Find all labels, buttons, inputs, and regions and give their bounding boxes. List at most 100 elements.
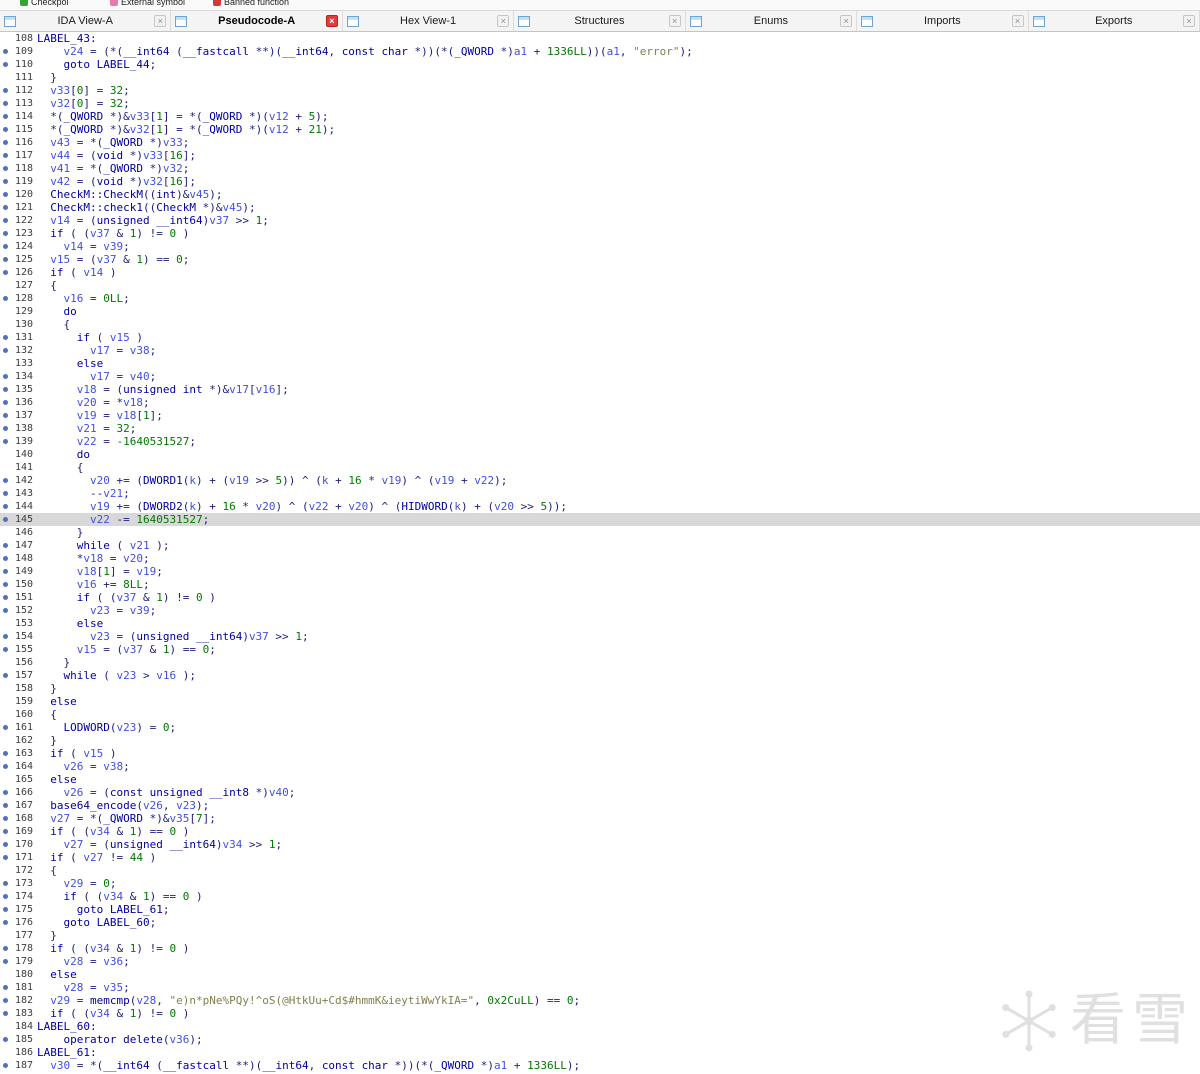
address-dot[interactable] xyxy=(0,513,10,526)
code-line[interactable]: 133 else xyxy=(0,357,1200,370)
address-dot[interactable] xyxy=(0,422,10,435)
close-icon[interactable]: × xyxy=(325,15,338,27)
code-line[interactable]: 113 v32[0] = 32; xyxy=(0,97,1200,110)
address-dot[interactable] xyxy=(0,578,10,591)
code-line[interactable]: 184 LABEL_60: xyxy=(0,1020,1200,1033)
code-line[interactable]: 186 LABEL_61: xyxy=(0,1046,1200,1059)
code-line[interactable]: 125 v15 = (v37 & 1) == 0; xyxy=(0,253,1200,266)
address-dot[interactable] xyxy=(0,812,10,825)
address-dot[interactable] xyxy=(0,786,10,799)
tab-structures[interactable]: Structures × xyxy=(514,11,686,31)
code-line[interactable]: 123 if ( (v37 & 1) != 0 ) xyxy=(0,227,1200,240)
code-line[interactable]: 176 goto LABEL_60; xyxy=(0,916,1200,929)
address-dot[interactable] xyxy=(0,253,10,266)
address-dot[interactable] xyxy=(0,721,10,734)
address-dot[interactable] xyxy=(0,1059,10,1072)
code-line[interactable]: 121 CheckM::check1((CheckM *)&v45); xyxy=(0,201,1200,214)
code-line[interactable]: 158} xyxy=(0,682,1200,695)
code-line[interactable]: 157 while ( v23 > v16 ); xyxy=(0,669,1200,682)
close-icon[interactable]: × xyxy=(840,15,853,27)
address-dot[interactable] xyxy=(0,162,10,175)
code-line[interactable]: 129 do xyxy=(0,305,1200,318)
address-dot[interactable] xyxy=(0,994,10,1007)
code-line[interactable]: 183 if ( (v34 & 1) != 0 ) xyxy=(0,1007,1200,1020)
code-line[interactable]: 140 do xyxy=(0,448,1200,461)
code-line[interactable]: 151 if ( (v37 & 1) != 0 ) xyxy=(0,591,1200,604)
code-line[interactable]: 134 v17 = v40; xyxy=(0,370,1200,383)
close-icon[interactable]: × xyxy=(1011,15,1024,27)
address-dot[interactable] xyxy=(0,669,10,682)
code-line[interactable]: 109 v24 = (*(__int64 (__fastcall **)(__in… xyxy=(0,45,1200,58)
code-line[interactable]: 160 { xyxy=(0,708,1200,721)
code-line[interactable]: 179 v28 = v36; xyxy=(0,955,1200,968)
code-line[interactable]: 154 v23 = (unsigned __int64)v37 >> 1; xyxy=(0,630,1200,643)
code-line[interactable]: 170 v27 = (unsigned __int64)v34 >> 1; xyxy=(0,838,1200,851)
code-line[interactable]: 163 if ( v15 ) xyxy=(0,747,1200,760)
code-line[interactable]: 175 goto LABEL_61; xyxy=(0,903,1200,916)
code-line[interactable]: 142 v20 += (DWORD1(k) + (v19 >> 5)) ^ (k … xyxy=(0,474,1200,487)
code-line[interactable]: 137 v19 = v18[1]; xyxy=(0,409,1200,422)
code-line[interactable]: 165 else xyxy=(0,773,1200,786)
code-line[interactable]: 115 *(_QWORD *)&v32[1] = *(_QWORD *)(v12 … xyxy=(0,123,1200,136)
address-dot[interactable] xyxy=(0,604,10,617)
address-dot[interactable] xyxy=(0,565,10,578)
address-dot[interactable] xyxy=(0,383,10,396)
address-dot[interactable] xyxy=(0,838,10,851)
code-line[interactable]: 110 goto LABEL_44; xyxy=(0,58,1200,71)
code-line[interactable]: 182 v29 = memcmp(v28, "e)n*pNe%PQy!^oS(@H… xyxy=(0,994,1200,1007)
code-line[interactable]: 141 { xyxy=(0,461,1200,474)
tab-imports[interactable]: Imports × xyxy=(857,11,1029,31)
pseudocode-view[interactable]: 108 LABEL_43: 109 v24 = (*(__int64 (__fastc… xyxy=(0,32,1200,1074)
code-line[interactable]: 148 *v18 = v20; xyxy=(0,552,1200,565)
code-line[interactable]: 139 v22 = -1640531527; xyxy=(0,435,1200,448)
address-dot[interactable] xyxy=(0,877,10,890)
code-line[interactable]: 159 else xyxy=(0,695,1200,708)
code-line[interactable]: 128 v16 = 0LL; xyxy=(0,292,1200,305)
code-line[interactable]: 127 { xyxy=(0,279,1200,292)
code-line[interactable]: 150 v16 += 8LL; xyxy=(0,578,1200,591)
code-line[interactable]: 171 if ( v27 != 44 ) xyxy=(0,851,1200,864)
address-dot[interactable] xyxy=(0,500,10,513)
address-dot[interactable] xyxy=(0,955,10,968)
address-dot[interactable] xyxy=(0,942,10,955)
code-line[interactable]: 161 LODWORD(v23) = 0; xyxy=(0,721,1200,734)
code-line[interactable]: 136 v20 = *v18; xyxy=(0,396,1200,409)
address-dot[interactable] xyxy=(0,149,10,162)
address-dot[interactable] xyxy=(0,981,10,994)
code-line[interactable]: 178 if ( (v34 & 1) != 0 ) xyxy=(0,942,1200,955)
address-dot[interactable] xyxy=(0,266,10,279)
code-line[interactable]: 126 if ( v14 ) xyxy=(0,266,1200,279)
code-line[interactable]: 122 v14 = (unsigned __int64)v37 >> 1; xyxy=(0,214,1200,227)
code-line[interactable]: 108 LABEL_43: xyxy=(0,32,1200,45)
address-dot[interactable] xyxy=(0,201,10,214)
code-line[interactable]: 153 else xyxy=(0,617,1200,630)
address-dot[interactable] xyxy=(0,799,10,812)
code-line[interactable]: 124 v14 = v39; xyxy=(0,240,1200,253)
code-line[interactable]: 119 v42 = (void *)v32[16]; xyxy=(0,175,1200,188)
code-line-current[interactable]: 145 v22 -= 1640531527; xyxy=(0,513,1200,526)
address-dot[interactable] xyxy=(0,45,10,58)
address-dot[interactable] xyxy=(0,851,10,864)
address-dot[interactable] xyxy=(0,643,10,656)
code-line[interactable]: 177} xyxy=(0,929,1200,942)
address-dot[interactable] xyxy=(0,487,10,500)
code-line[interactable]: 167 base64_encode(v26, v23); xyxy=(0,799,1200,812)
code-line[interactable]: 114 *(_QWORD *)&v33[1] = *(_QWORD *)(v12 … xyxy=(0,110,1200,123)
address-dot[interactable] xyxy=(0,903,10,916)
code-line[interactable]: 120 CheckM::CheckM((int)&v45); xyxy=(0,188,1200,201)
address-dot[interactable] xyxy=(0,552,10,565)
tab-ida-view-a[interactable]: IDA View-A × xyxy=(0,11,172,31)
code-line[interactable]: 147 while ( v21 ); xyxy=(0,539,1200,552)
code-line[interactable]: 144 v19 += (DWORD2(k) + 16 * v20) ^ (v22 … xyxy=(0,500,1200,513)
code-line[interactable]: 173 v29 = 0; xyxy=(0,877,1200,890)
code-line[interactable]: 155 v15 = (v37 & 1) == 0; xyxy=(0,643,1200,656)
close-icon[interactable]: × xyxy=(497,15,510,27)
tab-hex-view-1[interactable]: Hex View-1 × xyxy=(343,11,515,31)
close-icon[interactable]: × xyxy=(1182,15,1195,27)
address-dot[interactable] xyxy=(0,58,10,71)
address-dot[interactable] xyxy=(0,97,10,110)
address-dot[interactable] xyxy=(0,110,10,123)
code-line[interactable]: 132 v17 = v38; xyxy=(0,344,1200,357)
address-dot[interactable] xyxy=(0,396,10,409)
code-line[interactable]: 181 v28 = v35; xyxy=(0,981,1200,994)
